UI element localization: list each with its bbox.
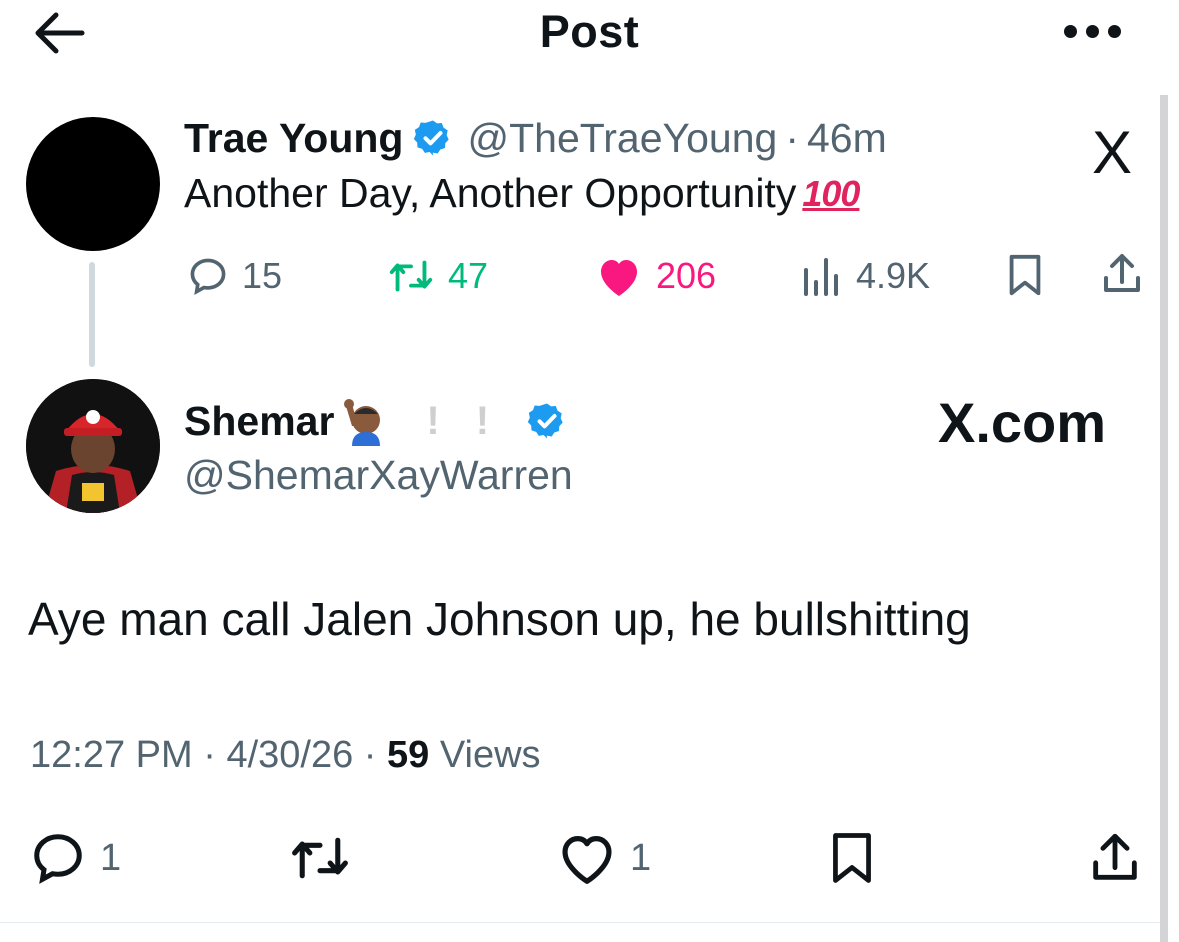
retweet-stat[interactable]: 47 [386, 248, 488, 304]
views-chart-icon [804, 258, 838, 296]
bookmark-icon [833, 833, 871, 883]
views-count: 59 [387, 734, 430, 776]
parent-tweet-text: Another Day, Another Opportunity 100 [184, 170, 860, 217]
reply-icon [190, 258, 226, 295]
share-icon [1104, 254, 1140, 292]
avatar-shemar[interactable] [26, 379, 160, 513]
share-button[interactable] [1086, 828, 1156, 888]
views-label: Views [439, 734, 541, 776]
author-handle[interactable]: @ShemarXayWarren [184, 452, 573, 499]
divider [0, 922, 1160, 923]
heart-outline-icon [562, 836, 612, 884]
tweet-date[interactable]: 4/30/26 [226, 734, 353, 776]
x-com-watermark: X.com [938, 391, 1107, 454]
retweet-button[interactable] [287, 828, 365, 888]
reply-button[interactable]: 1 [28, 828, 121, 888]
page-title: Post [539, 6, 640, 57]
bookmark-button[interactable] [1003, 252, 1047, 303]
tweet-body: Another Day, Another Opportunity [184, 170, 797, 216]
exclamation-mark-icon: ! [475, 398, 490, 443]
verified-badge-icon [527, 403, 563, 439]
scrollbar[interactable] [1160, 95, 1168, 942]
retweet-icon [389, 260, 433, 292]
retweet-count: 47 [448, 255, 489, 296]
reply-count: 1 [100, 836, 122, 879]
author-name[interactable]: Trae Young [184, 115, 403, 162]
ellipsis-icon [1064, 24, 1077, 38]
hundred-points-icon: 100 [802, 172, 860, 214]
like-count: 206 [656, 255, 717, 296]
share-button[interactable] [1098, 250, 1146, 303]
views-count: 4.9K [856, 255, 931, 296]
like-button[interactable]: 1 [556, 828, 651, 888]
verified-badge-icon [414, 120, 450, 156]
exclamation-mark-icon: ! [426, 398, 440, 443]
avatar-trae-young[interactable] [26, 117, 160, 251]
views-stat[interactable]: 4.9K [800, 248, 930, 304]
reply-icon [34, 834, 82, 884]
thread-connector [89, 262, 95, 367]
x-logo-icon: X [1092, 119, 1133, 186]
share-icon [1093, 833, 1137, 880]
like-count: 1 [630, 836, 652, 879]
dot-separator: · [363, 734, 377, 776]
avatar-image [26, 379, 160, 513]
dot-separator: · [203, 734, 216, 776]
reply-author-row: Shemar ! ! [184, 390, 567, 452]
retweet-icon [292, 837, 348, 879]
reply-tweet-text: Aye man call Jalen Johnson up, he bullsh… [28, 593, 971, 645]
tweet-time[interactable]: 46m [807, 115, 887, 162]
heart-filled-icon [601, 260, 637, 296]
author-name[interactable]: Shemar [184, 398, 334, 445]
author-handle[interactable]: @TheTraeYoung [467, 115, 777, 162]
tweet-time[interactable]: 12:27 PM [30, 734, 193, 776]
reply-count: 15 [242, 255, 283, 296]
bookmark-icon [1009, 254, 1041, 296]
raising-hand-emoji-icon [338, 396, 390, 446]
parent-author-row: Trae Young @TheTraeYoung · 46m [184, 112, 887, 164]
tweet-meta: 12:27 PM · 4/30/26 · 59 Views [30, 734, 541, 777]
bookmark-button[interactable] [826, 828, 890, 888]
more-options-button[interactable] [1064, 16, 1128, 46]
like-stat[interactable]: 206 [594, 248, 716, 304]
reply-stat[interactable]: 15 [186, 248, 282, 304]
dot-separator: · [785, 114, 799, 161]
